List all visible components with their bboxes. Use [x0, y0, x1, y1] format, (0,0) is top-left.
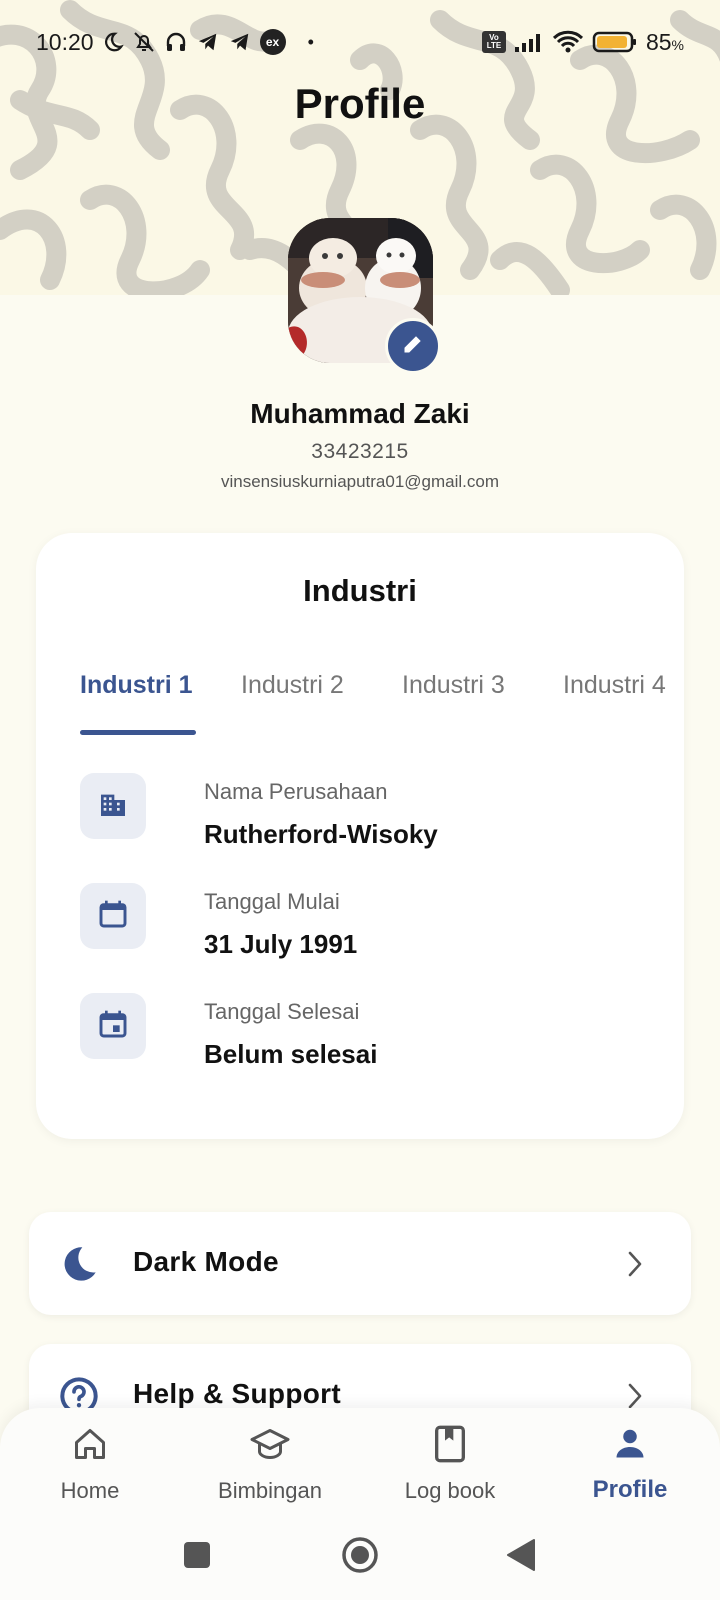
status-left: 10:20 ex •	[36, 29, 314, 56]
tab-industri-4[interactable]: Industri 4	[563, 671, 666, 700]
telegram-icon	[228, 31, 252, 53]
system-navigation-bar	[0, 1530, 720, 1580]
menu-label-help-support: Help & Support	[133, 1378, 341, 1409]
pencil-icon	[401, 332, 425, 361]
industri-tabs: Industri 1 Industri 2 Industri 3 Industr…	[80, 671, 684, 701]
company-value: Rutherford-Wisoky	[204, 819, 438, 849]
user-email: vinsensiuskurniaputra01@gmail.com	[220, 472, 500, 491]
user-name: Muhammad Zaki	[250, 398, 470, 429]
back-button[interactable]	[506, 1538, 536, 1577]
more-notifications-dot: •	[307, 31, 314, 52]
telegram-icon	[196, 31, 220, 53]
ex-badge-label: ex	[265, 35, 280, 49]
menu-label-dark-mode: Dark Mode	[133, 1246, 279, 1277]
status-right: Vo LTE 85%	[481, 28, 684, 56]
active-tab-indicator	[80, 730, 196, 735]
start-date-label: Tanggal Mulai	[204, 889, 340, 914]
start-date-value: 31 July 1991	[204, 929, 358, 959]
industri-title: Industri	[303, 573, 417, 608]
calendar-event-icon	[97, 1008, 129, 1045]
industri-card: Industri Industri 1 Industri 2 Industri …	[36, 533, 684, 1139]
nav-label-home: Home	[60, 1478, 120, 1503]
nav-item-bimbingan[interactable]: Bimbingan	[180, 1422, 360, 1504]
book-icon	[360, 1422, 540, 1466]
edit-avatar-button[interactable]	[385, 318, 441, 374]
home-icon	[0, 1422, 180, 1466]
nav-label-bimbingan: Bimbingan	[218, 1478, 322, 1503]
company-label: Nama Perusahaan	[204, 779, 388, 804]
moon-icon	[59, 1244, 99, 1289]
moon-icon	[102, 31, 124, 53]
end-date-value: Belum selesai	[204, 1039, 378, 1069]
home-button[interactable]	[340, 1535, 380, 1580]
building-icon	[97, 788, 129, 825]
wifi-icon	[552, 30, 584, 54]
status-time: 10:20	[36, 28, 94, 55]
volte-label: Vo LTE	[486, 33, 502, 50]
nav-label-log-book: Log book	[404, 1478, 496, 1503]
graduation-cap-icon	[180, 1422, 360, 1466]
battery-percent: 85%	[645, 28, 684, 55]
menu-item-dark-mode[interactable]: Dark Mode	[29, 1212, 691, 1315]
tab-industri-3[interactable]: Industri 3	[402, 671, 505, 700]
start-date-icon-box	[80, 883, 146, 949]
page-title: Profile	[294, 80, 426, 127]
ex-icon: ex	[259, 29, 286, 55]
volte-icon: Vo LTE	[481, 31, 506, 53]
tab-industri-2[interactable]: Industri 2	[241, 671, 344, 700]
chevron-right-icon	[625, 1250, 645, 1283]
person-icon	[540, 1422, 720, 1466]
battery-icon	[592, 30, 638, 54]
end-date-label: Tanggal Selesai	[204, 999, 360, 1024]
nav-item-home[interactable]: Home	[0, 1422, 180, 1504]
nav-item-profile[interactable]: Profile	[540, 1422, 720, 1504]
status-bar: 10:20 ex • Vo LTE 85%	[0, 24, 720, 60]
nav-label-profile: Profile	[592, 1476, 668, 1503]
headset-icon	[164, 30, 188, 54]
calendar-icon	[97, 898, 129, 935]
recents-button[interactable]	[183, 1541, 211, 1574]
tab-industri-1[interactable]: Industri 1	[80, 671, 193, 700]
nav-item-log-book[interactable]: Log book	[360, 1422, 540, 1504]
company-icon-box	[80, 773, 146, 839]
user-id: 33423215	[311, 440, 409, 463]
end-date-icon-box	[80, 993, 146, 1059]
bell-off-icon	[132, 30, 156, 54]
signal-icon	[514, 31, 544, 53]
